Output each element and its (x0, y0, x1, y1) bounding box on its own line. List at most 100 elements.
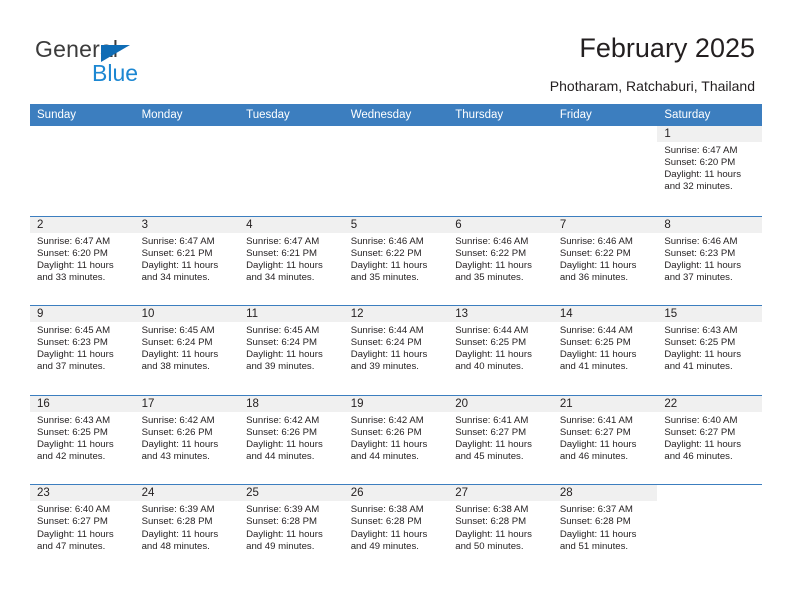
day-number-band: 18 (239, 395, 344, 412)
calendar-day-cell[interactable]: 6 Sunrise: 6:46 AM Sunset: 6:22 PM Daylight… (448, 216, 553, 306)
sunrise-text: Sunrise: 6:46 AM (664, 235, 738, 247)
day-number-band: 2 (30, 216, 135, 233)
sunset-text: Sunset: 6:22 PM (559, 247, 631, 259)
daylight-text: and 38 minutes. (141, 361, 210, 373)
day-number-band: 28 (552, 485, 658, 502)
daylight-text: and 40 minutes. (455, 361, 524, 373)
weekday-header-friday: Friday (559, 109, 592, 121)
calendar-day-cell[interactable]: 17 Sunrise: 6:42 AM Sunset: 6:26 PM Dayligh… (134, 395, 240, 485)
calendar-day-cell[interactable]: 10 Sunrise: 6:45 AM Sunset: 6:24 PM Dayligh… (134, 306, 240, 395)
daylight-text: and 44 minutes. (350, 451, 419, 463)
calendar-week-row: 16 Sunrise: 6:43 AM Sunset: 6:25 PM Dayligh… (30, 394, 762, 485)
calendar-day-cell[interactable]: 4 Sunrise: 6:47 AM Sunset: 6:21 PM Daylight… (239, 216, 344, 306)
calendar-day-cell[interactable]: 9 Sunrise: 6:45 AM Sunset: 6:23 PM Daylight… (30, 306, 135, 395)
sunset-text: Sunset: 6:26 PM (246, 426, 318, 438)
day-number: 14 (559, 308, 573, 321)
sunset-text: Sunset: 6:21 PM (141, 247, 213, 259)
calendar-day-cell[interactable]: 22 Sunrise: 6:40 AM Sunset: 6:27 PM Dayligh… (657, 395, 762, 485)
calendar-day-cell[interactable]: 11 Sunrise: 6:45 AM Sunset: 6:24 PM Dayligh… (239, 306, 344, 395)
sunset-text: Sunset: 6:28 PM (559, 516, 631, 528)
day-number: 11 (246, 308, 259, 321)
calendar-day-cell[interactable]: 26 Sunrise: 6:38 AM Sunset: 6:28 PM Dayligh… (343, 485, 449, 574)
calendar-day-cell[interactable]: 18 Sunrise: 6:42 AM Sunset: 6:26 PM Dayligh… (239, 395, 344, 485)
day-sun-info (30, 142, 135, 145)
day-number: 2 (37, 218, 44, 231)
calendar-day-cell[interactable]: 14 Sunrise: 6:44 AM Sunset: 6:25 PM Dayligh… (552, 306, 658, 395)
sunset-text: Sunset: 6:25 PM (559, 337, 631, 349)
calendar-week-row: 23 Sunrise: 6:40 AM Sunset: 6:27 PM Dayligh… (30, 484, 762, 574)
day-sun-info: Sunrise: 6:45 AM Sunset: 6:24 PM Daylight:… (135, 322, 240, 373)
day-number-band: 23 (30, 485, 135, 502)
daylight-text: Daylight: 11 hours (37, 259, 114, 271)
calendar-day-cell[interactable]: 20 Sunrise: 6:41 AM Sunset: 6:27 PM Dayligh… (448, 395, 553, 485)
calendar-cell-empty (552, 126, 658, 216)
calendar-day-cell[interactable]: 13 Sunrise: 6:44 AM Sunset: 6:25 PM Dayligh… (448, 306, 553, 395)
calendar-day-cell[interactable]: 5 Sunrise: 6:46 AM Sunset: 6:22 PM Daylight… (343, 216, 449, 306)
calendar-day-cell[interactable]: 15 Sunrise: 6:43 AM Sunset: 6:25 PM Dayligh… (657, 306, 762, 395)
daylight-text: and 50 minutes. (455, 540, 524, 552)
calendar-day-cell[interactable]: 8 Sunrise: 6:46 AM Sunset: 6:23 PM Daylight… (657, 216, 762, 306)
general-blue-logo[interactable]: General Blue (35, 36, 235, 88)
day-number-band (657, 485, 762, 501)
day-number-band (553, 126, 658, 142)
calendar-day-cell[interactable]: 3 Sunrise: 6:47 AM Sunset: 6:21 PM Daylight… (134, 216, 240, 306)
calendar-day-cell[interactable]: 2 Sunrise: 6:47 AM Sunset: 6:20 PM Daylight… (30, 216, 135, 306)
daylight-text: Daylight: 11 hours (141, 438, 219, 450)
sunset-text: Sunset: 6:22 PM (455, 247, 527, 259)
daylight-text: and 48 minutes. (141, 540, 210, 552)
sunrise-text: Sunrise: 6:41 AM (559, 414, 633, 426)
day-sun-info: Sunrise: 6:37 AM Sunset: 6:28 PM Daylight:… (553, 501, 658, 552)
daylight-text: and 36 minutes. (559, 271, 629, 283)
day-number-band: 4 (239, 216, 344, 233)
sunset-text: Sunset: 6:23 PM (664, 247, 736, 259)
page-subtitle: Photharam, Ratchaburi, Thailand (549, 78, 755, 94)
day-number: 5 (350, 218, 358, 231)
calendar-day-cell[interactable]: 24 Sunrise: 6:39 AM Sunset: 6:28 PM Dayligh… (134, 485, 240, 574)
daylight-text: and 39 minutes. (350, 361, 419, 373)
calendar-day-cell[interactable]: 12 Sunrise: 6:44 AM Sunset: 6:24 PM Dayligh… (343, 306, 449, 395)
calendar-day-cell[interactable]: 21 Sunrise: 6:41 AM Sunset: 6:27 PM Dayligh… (552, 395, 658, 485)
day-number: 9 (37, 308, 44, 321)
day-sun-info: Sunrise: 6:44 AM Sunset: 6:25 PM Daylight:… (448, 322, 553, 373)
day-sun-info (657, 501, 762, 504)
day-number: 10 (141, 308, 155, 321)
daylight-text: Daylight: 11 hours (350, 259, 428, 271)
sunset-text: Sunset: 6:25 PM (37, 426, 108, 438)
daylight-text: and 37 minutes. (664, 271, 733, 283)
day-sun-info: Sunrise: 6:47 AM Sunset: 6:20 PM Daylight:… (30, 233, 135, 284)
sunrise-text: Sunrise: 6:38 AM (350, 504, 424, 516)
sunset-text: Sunset: 6:24 PM (246, 337, 318, 349)
day-number-band: 9 (30, 306, 135, 323)
day-number-band (344, 126, 449, 142)
weekday-header-saturday: Saturday (664, 109, 711, 121)
day-number: 22 (664, 397, 678, 410)
sunrise-text: Sunrise: 6:45 AM (141, 325, 215, 337)
daylight-text: and 33 minutes. (37, 271, 106, 283)
calendar-day-cell[interactable]: 16 Sunrise: 6:43 AM Sunset: 6:25 PM Dayligh… (30, 395, 135, 485)
daylight-text: and 39 minutes. (246, 361, 315, 373)
calendar-day-cell[interactable]: 28 Sunrise: 6:37 AM Sunset: 6:28 PM Dayligh… (552, 485, 658, 574)
sunset-text: Sunset: 6:23 PM (37, 337, 108, 349)
day-number-band (30, 126, 135, 142)
sunrise-text: Sunrise: 6:42 AM (350, 414, 424, 426)
day-sun-info (553, 142, 658, 145)
calendar-cell-empty (448, 126, 553, 216)
calendar-cell-empty (239, 126, 344, 216)
weekday-header-sunday: Sunday (37, 109, 77, 121)
calendar-day-cell[interactable]: 27 Sunrise: 6:38 AM Sunset: 6:28 PM Dayligh… (448, 485, 553, 574)
day-number-band: 26 (343, 485, 449, 502)
day-sun-info (448, 142, 553, 145)
day-number: 19 (350, 397, 364, 410)
day-number-band: 14 (552, 306, 658, 323)
day-sun-info: Sunrise: 6:42 AM Sunset: 6:26 PM Daylight:… (239, 412, 344, 463)
sunrise-text: Sunrise: 6:38 AM (455, 504, 529, 516)
day-number: 15 (664, 308, 678, 321)
calendar-day-cell[interactable]: 1 Sunrise: 6:47 AM Sunset: 6:20 PM Daylight… (657, 126, 762, 216)
calendar-day-cell[interactable]: 19 Sunrise: 6:42 AM Sunset: 6:26 PM Dayligh… (343, 395, 449, 485)
calendar-day-cell[interactable]: 7 Sunrise: 6:46 AM Sunset: 6:22 PM Daylight… (552, 216, 658, 306)
calendar-day-cell[interactable]: 25 Sunrise: 6:39 AM Sunset: 6:28 PM Dayligh… (239, 485, 344, 574)
calendar-day-cell[interactable]: 23 Sunrise: 6:40 AM Sunset: 6:27 PM Dayligh… (30, 485, 135, 574)
day-sun-info: Sunrise: 6:46 AM Sunset: 6:23 PM Daylight:… (657, 233, 762, 284)
day-sun-info (344, 142, 449, 145)
weekday-header-tuesday: Tuesday (246, 109, 290, 121)
